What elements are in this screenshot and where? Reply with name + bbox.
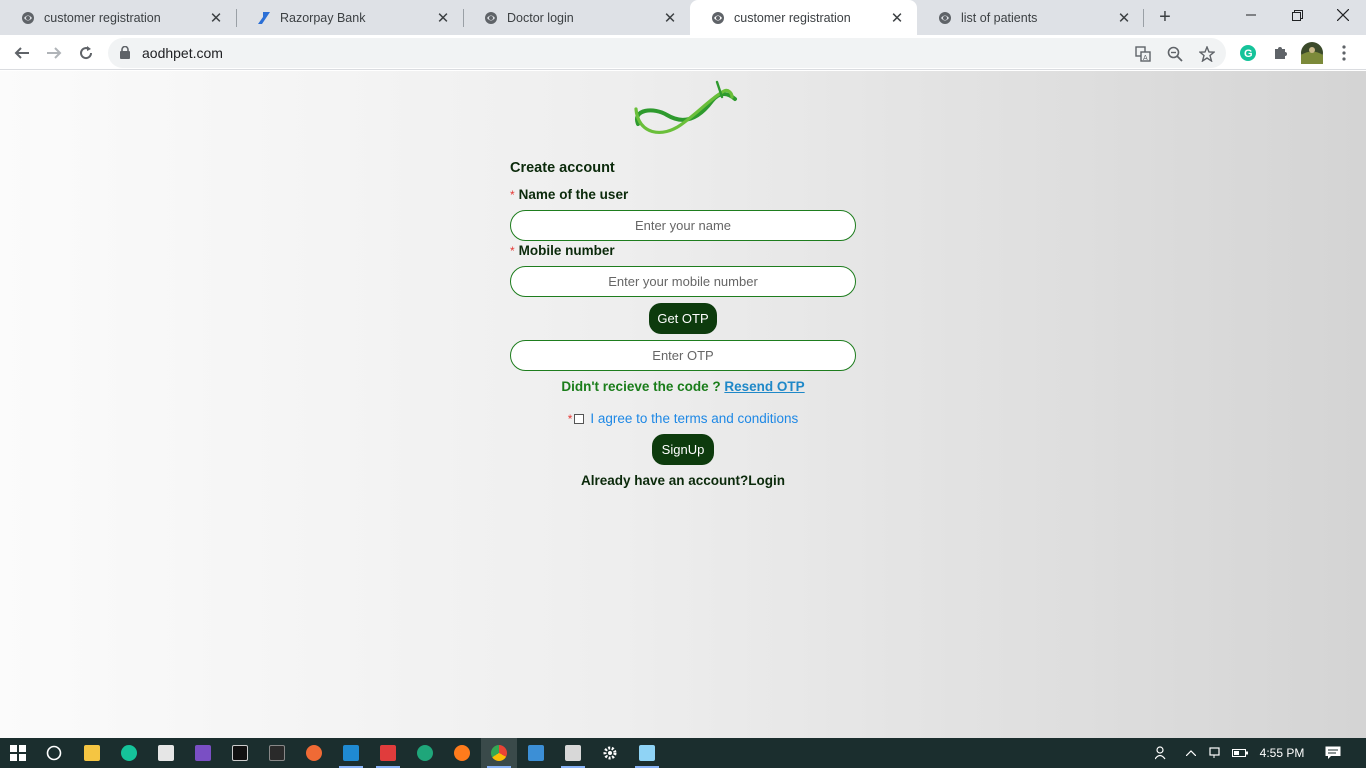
windows-start-icon[interactable] [0, 738, 36, 768]
resend-prompt: Didn't recieve the code ? [561, 379, 721, 394]
browser-toolbar: aodhpet.com A G [0, 35, 1366, 70]
get-otp-button[interactable]: Get OTP [649, 303, 717, 334]
svg-text:A: A [1143, 55, 1148, 62]
file-explorer-icon[interactable] [74, 738, 110, 768]
minimize-button[interactable] [1228, 0, 1274, 30]
grammarly-extension-icon[interactable]: G [1234, 39, 1262, 67]
new-tab-button[interactable]: + [1153, 5, 1177, 29]
name-label-text: Name of the user [518, 187, 629, 202]
svg-text:G: G [1244, 48, 1253, 60]
anydesk-icon[interactable] [370, 738, 406, 768]
command-prompt-icon[interactable] [222, 738, 258, 768]
name-input[interactable] [510, 210, 856, 241]
store-icon[interactable] [148, 738, 184, 768]
profile-avatar[interactable] [1298, 39, 1326, 67]
bookmark-star-icon[interactable] [1197, 44, 1217, 64]
remote-desktop-icon[interactable] [518, 738, 554, 768]
restore-button[interactable] [1274, 0, 1320, 30]
vscode-icon[interactable] [333, 738, 369, 768]
tab-title: customer registration [44, 10, 161, 25]
otp-input[interactable] [510, 340, 856, 371]
globe-icon [710, 10, 726, 26]
tab-razorpay-bank[interactable]: Razorpay Bank ✕ [236, 0, 463, 35]
back-button[interactable] [8, 39, 36, 67]
tab-separator [1143, 9, 1144, 27]
network-icon[interactable] [1206, 738, 1226, 768]
grammarly-icon[interactable] [111, 738, 147, 768]
close-icon[interactable]: ✕ [208, 10, 224, 27]
login-link[interactable]: Already have an account?Login [510, 473, 856, 488]
page-title: Create account [510, 160, 615, 176]
name-label: * Name of the user [510, 187, 628, 202]
mobile-label: * Mobile number [510, 243, 615, 258]
notepad-icon[interactable] [629, 738, 665, 768]
tab-title: customer registration [734, 10, 851, 25]
terms-label[interactable]: I agree to the terms and conditions [590, 411, 798, 426]
dna-logo [632, 79, 738, 144]
forward-button[interactable] [40, 39, 68, 67]
close-icon[interactable]: ✕ [1116, 10, 1132, 27]
tab-title: Razorpay Bank [280, 10, 366, 25]
close-icon[interactable]: ✕ [889, 10, 905, 27]
globe-icon [20, 10, 36, 26]
resend-otp-line: Didn't recieve the code ? Resend OTP [510, 379, 856, 394]
address-bar[interactable]: aodhpet.com A [108, 38, 1226, 68]
lock-icon [120, 45, 130, 62]
terms-agreement: * I agree to the terms and conditions [510, 411, 856, 426]
clock[interactable]: 4:55 PM [1254, 738, 1310, 768]
tab-doctor-login[interactable]: Doctor login ✕ [463, 0, 690, 35]
url-text: aodhpet.com [142, 45, 223, 61]
required-marker: * [510, 188, 515, 202]
tab-title: Doctor login [507, 10, 574, 25]
mobile-input[interactable] [510, 266, 856, 297]
notifications-icon[interactable] [1320, 738, 1346, 768]
terms-checkbox[interactable] [574, 413, 585, 424]
edge-icon[interactable] [407, 738, 443, 768]
network-tool-icon[interactable] [555, 738, 591, 768]
globe-icon [937, 10, 953, 26]
signup-button[interactable]: SignUp [652, 434, 714, 465]
chrome-icon[interactable] [481, 738, 517, 768]
translate-icon[interactable]: A [1133, 44, 1153, 64]
app-orange-icon[interactable] [296, 738, 332, 768]
reload-button[interactable] [72, 39, 100, 67]
close-icon[interactable]: ✕ [662, 10, 678, 27]
visual-studio-icon[interactable] [185, 738, 221, 768]
battery-icon[interactable] [1230, 738, 1250, 768]
settings-gear-icon[interactable] [592, 738, 628, 768]
extensions-puzzle-icon[interactable] [1266, 39, 1294, 67]
window-close-button[interactable] [1320, 0, 1366, 30]
people-icon[interactable] [1150, 738, 1174, 768]
chevron-up-icon[interactable] [1180, 738, 1202, 768]
terminal-icon[interactable] [259, 738, 295, 768]
firefox-icon[interactable] [444, 738, 480, 768]
tab-title: list of patients [961, 10, 1038, 25]
globe-icon [483, 10, 499, 26]
tab-strip: customer registration ✕ Razorpay Bank ✕ … [0, 0, 1366, 35]
razorpay-icon [256, 10, 272, 26]
windows-taskbar: 4:55 PM [0, 738, 1366, 768]
resend-otp-link[interactable]: Resend OTP [724, 379, 804, 394]
zoom-icon[interactable] [1165, 44, 1185, 64]
browser-menu-icon[interactable] [1330, 39, 1358, 67]
tab-customer-registration-1[interactable]: customer registration ✕ [0, 0, 236, 35]
required-marker: * [567, 411, 573, 426]
page-content: Create account *Name of the user *Mobile… [0, 71, 1366, 738]
close-icon[interactable]: ✕ [435, 10, 451, 27]
required-marker: * [510, 244, 515, 258]
search-icon[interactable] [36, 738, 72, 768]
tab-customer-registration-active[interactable]: customer registration ✕ [690, 0, 917, 35]
mobile-label-text: Mobile number [518, 243, 615, 258]
tab-list-of-patients[interactable]: list of patients ✕ [917, 0, 1144, 35]
